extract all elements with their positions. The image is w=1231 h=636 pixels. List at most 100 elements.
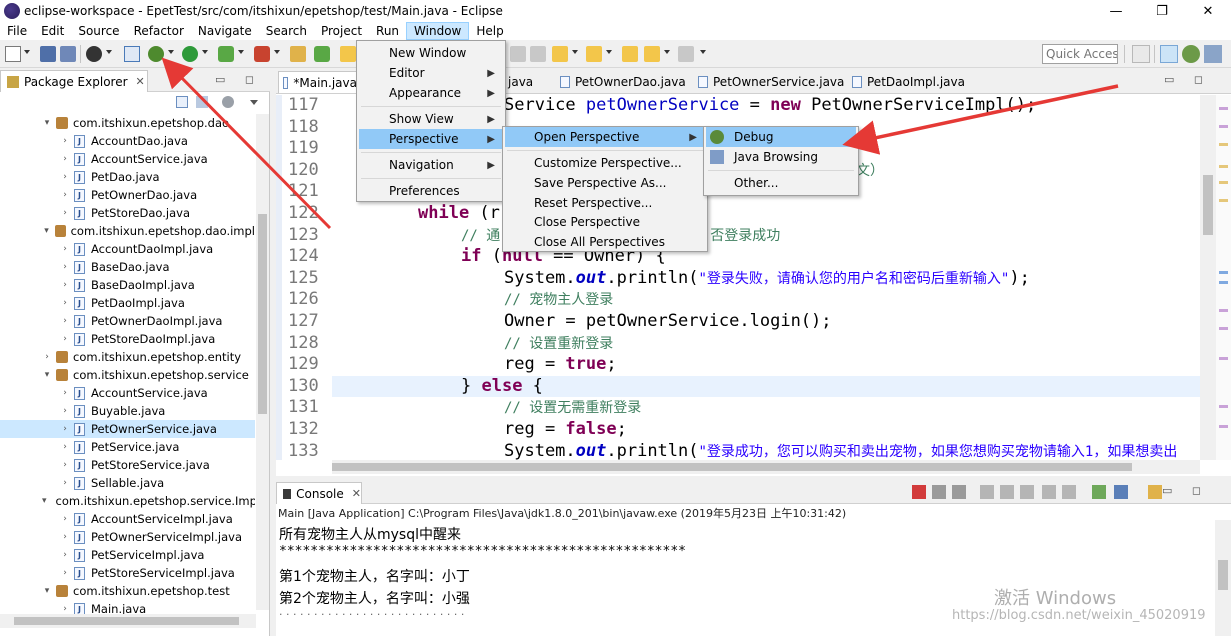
save-all-icon[interactable]: [60, 46, 76, 62]
collapsed-twisty-icon[interactable]: ›: [60, 388, 70, 398]
coverage-icon[interactable]: [218, 46, 234, 62]
external-tools-icon[interactable]: [254, 46, 270, 62]
collapsed-twisty-icon[interactable]: ›: [60, 298, 70, 308]
minimize-button[interactable]: —: [1093, 0, 1139, 22]
menu-item-close-all-perspectives[interactable]: Close All Perspectives: [505, 232, 705, 252]
tree-file-item[interactable]: › J Buyable.java: [0, 402, 255, 420]
menu-help[interactable]: Help: [469, 22, 510, 40]
next-annotation-icon[interactable]: [552, 46, 568, 62]
clear-console-icon[interactable]: [980, 485, 994, 499]
menu-window[interactable]: Window: [406, 22, 470, 40]
git-perspective-icon[interactable]: [1204, 45, 1222, 63]
package-explorer-vertical-scrollbar[interactable]: [256, 114, 269, 610]
forward-dropdown-icon[interactable]: [700, 50, 706, 54]
prev-annotation-dropdown-icon[interactable]: [606, 50, 612, 54]
java-perspective-icon[interactable]: [1160, 45, 1178, 63]
view-menu-icon[interactable]: [250, 100, 258, 105]
collapsed-twisty-icon[interactable]: ›: [60, 568, 70, 578]
close-icon[interactable]: ✕: [136, 75, 145, 88]
menu-item-reset-perspective[interactable]: Reset Perspective...: [505, 193, 705, 213]
menu-run[interactable]: Run: [369, 22, 406, 40]
tree-file-item[interactable]: › J PetStoreService.java: [0, 456, 255, 474]
back-dropdown-icon[interactable]: [664, 50, 670, 54]
run-icon[interactable]: [182, 46, 198, 62]
menu-item-other[interactable]: Other...: [706, 173, 856, 193]
tree-file-item[interactable]: › J Main.java: [0, 600, 255, 614]
tree-file-item[interactable]: › J Sellable.java: [0, 474, 255, 492]
word-wrap-icon[interactable]: [1020, 485, 1034, 499]
tree-package-item[interactable]: ▾ com.itshixun.epetshop.service: [0, 366, 255, 384]
collapsed-twisty-icon[interactable]: ›: [60, 208, 70, 218]
tree-file-item[interactable]: › J PetDao.java: [0, 168, 255, 186]
package-explorer-horizontal-scrollbar[interactable]: [0, 614, 256, 628]
collapsed-twisty-icon[interactable]: ›: [60, 172, 70, 182]
save-icon[interactable]: [40, 46, 56, 62]
debug-icon[interactable]: [148, 46, 164, 62]
tab-petdaoimpl-java[interactable]: PetDaoImpl.java: [848, 71, 965, 93]
open-perspective-icon[interactable]: [1132, 45, 1150, 63]
collapsed-twisty-icon[interactable]: ›: [60, 532, 70, 542]
menu-item-editor[interactable]: Editor ▶: [359, 63, 503, 83]
console-tab[interactable]: Console ✕: [276, 482, 362, 504]
tree-package-item[interactable]: ▾ com.itshixun.epetshop.service.Impl: [0, 492, 255, 510]
tree-file-item[interactable]: › J PetOwnerService.java: [0, 420, 255, 438]
menu-item-java-browsing[interactable]: Java Browsing: [706, 147, 856, 167]
collapsed-twisty-icon[interactable]: ›: [60, 280, 70, 290]
editor-vertical-scrollbar[interactable]: [1200, 95, 1216, 460]
collapsed-twisty-icon[interactable]: ›: [60, 604, 70, 614]
tab-petownerservice-java[interactable]: PetOwnerService.java: [694, 71, 844, 93]
tree-file-item[interactable]: › J BaseDao.java: [0, 258, 255, 276]
debug-perspective-icon[interactable]: [1182, 45, 1200, 63]
tree-file-item[interactable]: › J AccountServiceImpl.java: [0, 510, 255, 528]
menu-item-customize-perspective[interactable]: Customize Perspective...: [505, 153, 705, 173]
tree-file-item[interactable]: › J PetStoreDao.java: [0, 204, 255, 222]
tree-file-item[interactable]: › J PetService.java: [0, 438, 255, 456]
remove-all-terminated-icon[interactable]: [952, 485, 966, 499]
menu-refactor[interactable]: Refactor: [127, 22, 191, 40]
expanded-twisty-icon[interactable]: ▾: [42, 370, 52, 380]
tab-petownerdao-java[interactable]: PetOwnerDao.java: [556, 71, 686, 93]
collapsed-twisty-icon[interactable]: ›: [60, 316, 70, 326]
show-console-on-output-icon[interactable]: [1042, 485, 1056, 499]
expanded-twisty-icon[interactable]: ▾: [42, 586, 52, 596]
close-icon[interactable]: ✕: [352, 487, 361, 500]
package-explorer-tab[interactable]: Package Explorer ✕: [0, 70, 148, 92]
tree-file-item[interactable]: › J PetDaoImpl.java: [0, 294, 255, 312]
new-java-project-icon[interactable]: [290, 46, 306, 62]
menu-item-navigation[interactable]: Navigation ▶: [359, 155, 503, 175]
new-package-icon[interactable]: [314, 46, 330, 62]
collapse-all-icon[interactable]: [176, 96, 188, 108]
tree-file-item[interactable]: › J PetStoreServiceImpl.java: [0, 564, 255, 582]
debug-dropdown-icon[interactable]: [168, 50, 174, 54]
tree-file-item[interactable]: › J PetOwnerDaoImpl.java: [0, 312, 255, 330]
minimize-maximize-icons[interactable]: ▭ ◻: [215, 73, 262, 86]
tree-package-item[interactable]: ▾ com.itshixun.epetshop.dao: [0, 114, 255, 132]
collapsed-twisty-icon[interactable]: ›: [60, 190, 70, 200]
menu-project[interactable]: Project: [314, 22, 369, 40]
skip-breakpoints-icon[interactable]: [124, 46, 140, 62]
last-edit-icon[interactable]: [622, 46, 638, 62]
remove-launch-icon[interactable]: [932, 485, 946, 499]
run-dropdown-icon[interactable]: [202, 50, 208, 54]
forward-icon[interactable]: [678, 46, 694, 62]
menu-search[interactable]: Search: [259, 22, 314, 40]
tab-partial-java[interactable]: java: [504, 71, 533, 93]
close-button[interactable]: ✕: [1185, 0, 1231, 22]
collapsed-twisty-icon[interactable]: ›: [60, 136, 70, 146]
console-vertical-scrollbar[interactable]: [1215, 520, 1231, 636]
menu-item-save-perspective-as[interactable]: Save Perspective As...: [505, 173, 705, 193]
collapsed-twisty-icon[interactable]: ›: [60, 334, 70, 344]
link-with-editor-icon[interactable]: [196, 96, 208, 108]
show-console-on-error-icon[interactable]: [1062, 485, 1076, 499]
tree-file-item[interactable]: › J PetStoreDaoImpl.java: [0, 330, 255, 348]
tree-file-item[interactable]: › J AccountService.java: [0, 150, 255, 168]
editor-minimize-maximize-icons[interactable]: ▭ ◻: [1164, 73, 1211, 86]
collapsed-twisty-icon[interactable]: ›: [60, 460, 70, 470]
collapsed-twisty-icon[interactable]: ›: [60, 154, 70, 164]
expanded-twisty-icon[interactable]: ▾: [42, 118, 52, 128]
collapsed-twisty-icon[interactable]: ›: [42, 352, 52, 362]
prev-annotation-icon[interactable]: [586, 46, 602, 62]
menu-item-debug[interactable]: Debug: [706, 127, 856, 147]
console-minimize-maximize-icons[interactable]: ▭ ◻: [1162, 484, 1209, 497]
menu-item-close-perspective[interactable]: Close Perspective: [505, 212, 705, 232]
